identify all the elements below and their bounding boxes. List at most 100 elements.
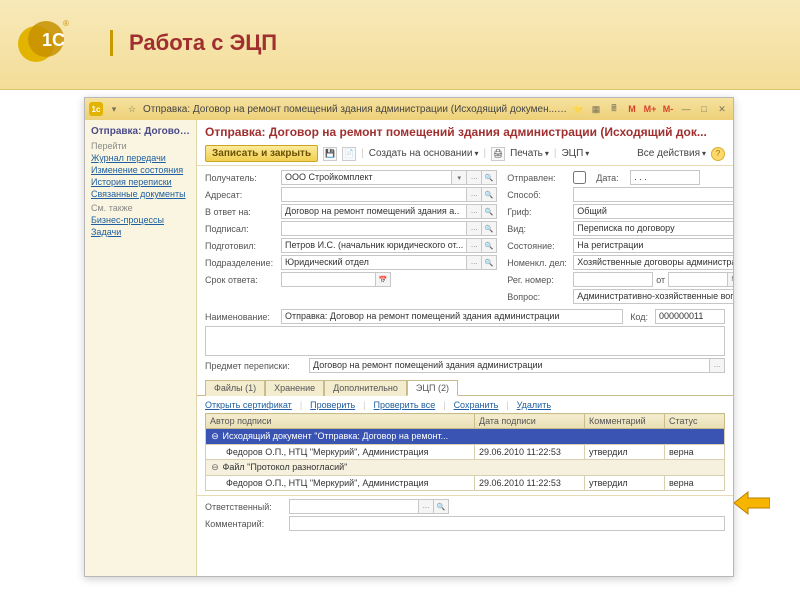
nomen-input[interactable]: Хозяйственные договоры администрации [573,255,733,270]
group1-label: Исходящий документ "Отправка: Договор на… [223,431,449,441]
state-input[interactable]: На регистрации [573,238,733,253]
code-input[interactable]: 000000011 [655,309,725,324]
col-status[interactable]: Статус [665,414,725,429]
ellipsis-icon[interactable]: … [467,255,482,270]
calendar-icon[interactable]: 📅 [376,272,391,287]
tab-ecp[interactable]: ЭЦП (2) [407,380,458,396]
collapse-icon[interactable]: ⊖ [210,462,220,473]
sidebar-link-state[interactable]: Изменение состояния [91,165,190,175]
sidebar-link-related[interactable]: Связанные документы [91,189,190,199]
calc-icon[interactable]: 🖩 [607,102,621,116]
doc-icon[interactable]: 📄 [342,147,356,161]
callout-arrow-icon [734,490,770,519]
verify-link[interactable]: Проверить [310,400,355,410]
tab-additional[interactable]: Дополнительно [324,380,407,396]
subject-lbl: Предмет переписки: [205,361,305,371]
ellipsis-icon[interactable]: … [467,170,482,185]
prepared-input[interactable]: Петров И.С. (начальник юридического от..… [281,238,467,253]
verify-all-link[interactable]: Проверить все [374,400,436,410]
grid-icon[interactable]: ▦ [589,102,603,116]
print-button[interactable]: Печать [510,148,549,159]
collapse-icon[interactable]: ⊖ [210,431,220,442]
col-date[interactable]: Дата подписи [475,414,585,429]
ellipsis-icon[interactable]: … [419,499,434,514]
dropdown-icon[interactable]: ▾ [452,170,467,185]
search-icon[interactable]: 🔍 [482,204,497,219]
slide-title-bar: Работа с ЭЦП [110,30,277,56]
m-minus-btn[interactable]: M- [661,102,675,116]
m-plus-btn[interactable]: M+ [643,102,657,116]
group-row[interactable]: ⊖ Исходящий документ "Отправка: Договор … [206,429,725,445]
fav-icon[interactable]: ⭐ [571,102,585,116]
regnum-input[interactable] [573,272,653,287]
ecp-toolbar: Открыть сертификат| Проверить| Проверить… [205,400,725,410]
nomen-lbl: Номенкл. дел: [507,258,569,268]
ellipsis-icon[interactable]: … [710,358,725,373]
table-row[interactable]: Федоров О.П., НТЦ "Меркурий", Администра… [206,476,725,491]
ellipsis-icon[interactable]: … [467,187,482,202]
grif-input[interactable]: Общий [573,204,733,219]
dept-input[interactable]: Юридический отдел [281,255,467,270]
resp-input[interactable] [289,499,419,514]
table-row[interactable]: Федоров О.П., НТЦ "Меркурий", Администра… [206,445,725,460]
help-icon[interactable]: ? [711,147,725,161]
col-comment[interactable]: Комментарий [585,414,665,429]
regdate-input[interactable] [668,272,728,287]
delete-link[interactable]: Удалить [517,400,551,410]
sidebar-link-journal[interactable]: Журнал передачи [91,153,190,163]
m-btn[interactable]: M [625,102,639,116]
sidebar-link-tasks[interactable]: Задачи [91,227,190,237]
comment-input[interactable] [289,516,725,531]
ellipsis-icon[interactable]: … [467,238,482,253]
method-lbl: Способ: [507,190,569,200]
all-actions-button[interactable]: Все действия [637,148,706,159]
date-input[interactable]: . . . [630,170,700,185]
question-input[interactable]: Административно-хозяйственные вопросы [573,289,733,304]
sent-checkbox[interactable] [573,171,586,184]
save-link[interactable]: Сохранить [454,400,499,410]
minimize-icon[interactable]: — [679,102,693,116]
sidebar-link-bp[interactable]: Бизнес-процессы [91,215,190,225]
sidebar-link-history[interactable]: История переписки [91,177,190,187]
regnum-btn[interactable]: № [728,272,733,287]
subject-input[interactable]: Договор на ремонт помещений здания админ… [309,358,710,373]
search-icon[interactable]: 🔍 [434,499,449,514]
sidebar-go-head: Перейти [91,141,190,151]
search-icon[interactable]: 🔍 [482,221,497,236]
ecp-button[interactable]: ЭЦП [561,148,589,159]
tab-files[interactable]: Файлы (1) [205,380,265,396]
code-lbl: Код: [630,312,648,322]
search-icon[interactable]: 🔍 [482,255,497,270]
group-row[interactable]: ⊖ Файл "Протокол разногласий" [206,460,725,476]
addressee-input[interactable] [281,187,467,202]
replyto-input[interactable]: Договор на ремонт помещений здания а.. [281,204,467,219]
search-icon[interactable]: 🔍 [482,187,497,202]
search-icon[interactable]: 🔍 [482,238,497,253]
deadline-input[interactable] [281,272,376,287]
signed-input[interactable] [281,221,467,236]
cell-comment: утвердил [585,445,665,460]
ellipsis-icon[interactable]: … [467,204,482,219]
create-based-button[interactable]: Создать на основании [369,148,479,159]
cell-date: 29.06.2010 11:22:53 [475,445,585,460]
open-cert-link[interactable]: Открыть сертификат [205,400,292,410]
method-input[interactable] [573,187,733,202]
signed-lbl: Подписал: [205,224,277,234]
kind-input[interactable]: Переписка по договору [573,221,733,236]
tab-storage[interactable]: Хранение [265,380,324,396]
dropdown-icon[interactable]: ▾ [107,102,121,116]
ellipsis-icon[interactable]: … [467,221,482,236]
name-input[interactable]: Отправка: Договор на ремонт помещений зд… [281,309,623,324]
ecp-table: Автор подписи Дата подписи Комментарий С… [205,413,725,491]
save-close-button[interactable]: Записать и закрыть [205,145,318,162]
save-icon[interactable]: 💾 [323,147,337,161]
tabs: Файлы (1) Хранение Дополнительно ЭЦП (2) [197,377,733,396]
search-icon[interactable]: 🔍 [482,170,497,185]
maximize-icon[interactable]: □ [697,102,711,116]
close-icon[interactable]: ✕ [715,102,729,116]
description-input[interactable] [205,326,725,356]
col-author[interactable]: Автор подписи [206,414,475,429]
star-icon[interactable]: ☆ [125,102,139,116]
recipient-input[interactable]: ООО Стройкомплект [281,170,452,185]
print-icon[interactable]: 🖨 [491,147,505,161]
